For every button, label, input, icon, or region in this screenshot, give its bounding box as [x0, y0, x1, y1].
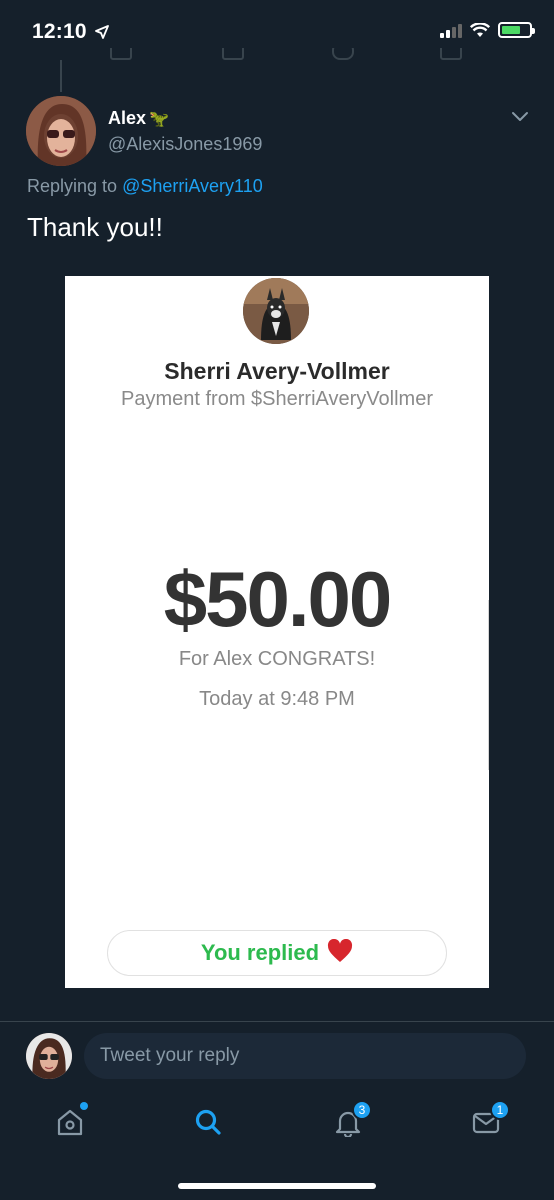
replying-to-line: Replying to @SherriAvery110	[27, 176, 263, 197]
replying-to-label: Replying to	[27, 176, 118, 196]
wifi-icon	[470, 22, 490, 37]
tab-messages[interactable]: 1	[466, 1100, 510, 1142]
status-indicators	[440, 22, 535, 38]
author-handle[interactable]: @AlexisJones1969	[108, 134, 262, 155]
status-time: 12:10	[32, 20, 109, 44]
tab-home[interactable]	[50, 1102, 90, 1142]
you-replied-pill: You replied	[107, 930, 447, 976]
thread-connector-line	[60, 60, 62, 92]
payment-amount: $50.00	[163, 555, 393, 643]
author-avatar-image	[26, 96, 96, 166]
tweet-text: Thank you!!	[27, 212, 163, 242]
previous-tweet-actions	[110, 48, 470, 64]
heart-icon	[327, 938, 353, 968]
battery-charging-icon	[498, 22, 535, 38]
cellular-signal-icon	[440, 22, 462, 38]
sender-name: Sherri Avery-Vollmer	[164, 358, 390, 384]
tweet-image-payment-card[interactable]: Sherri Avery-Vollmer Payment from $Sherr…	[65, 276, 489, 988]
payment-timestamp: Today at 9:48 PM	[199, 688, 355, 710]
tweet-reply-input[interactable]: Tweet your reply	[84, 1033, 526, 1079]
author-avatar[interactable]	[26, 96, 96, 166]
home-indicator[interactable]	[178, 1183, 376, 1189]
payment-subtitle: Payment from $SherriAveryVollmer	[121, 388, 433, 410]
tab-notifications[interactable]: 3	[328, 1100, 372, 1142]
search-icon	[195, 1109, 221, 1135]
dinosaur-emoji: 🦖	[149, 110, 169, 128]
reply-icon[interactable]	[110, 48, 132, 60]
payment-note: For Alex CONGRATS!	[178, 648, 376, 670]
image-scroll-indicator	[484, 600, 489, 770]
location-arrow-icon	[94, 25, 109, 40]
replying-to-mention[interactable]: @SherriAvery110	[122, 176, 263, 196]
tweet-reply-placeholder: Tweet your reply	[100, 1045, 240, 1066]
sender-avatar-image	[243, 278, 309, 344]
home-new-content-dot	[80, 1102, 88, 1110]
like-icon[interactable]	[332, 48, 354, 60]
sender-avatar	[243, 278, 309, 344]
composer-divider	[0, 1021, 554, 1022]
messages-badge: 1	[490, 1100, 510, 1120]
tab-search[interactable]	[188, 1102, 228, 1142]
author-name-text: Alex	[108, 108, 147, 128]
home-icon	[57, 1109, 83, 1136]
notifications-badge: 3	[352, 1100, 372, 1120]
status-time-text: 12:10	[32, 20, 87, 43]
you-replied-label: You replied	[200, 940, 320, 965]
retweet-icon[interactable]	[222, 48, 244, 60]
chevron-down-icon[interactable]	[510, 110, 530, 129]
current-user-avatar[interactable]	[26, 1033, 72, 1079]
current-user-avatar-image	[26, 1033, 72, 1079]
share-icon[interactable]	[440, 48, 462, 60]
author-name[interactable]: Alex 🦖	[108, 108, 169, 129]
